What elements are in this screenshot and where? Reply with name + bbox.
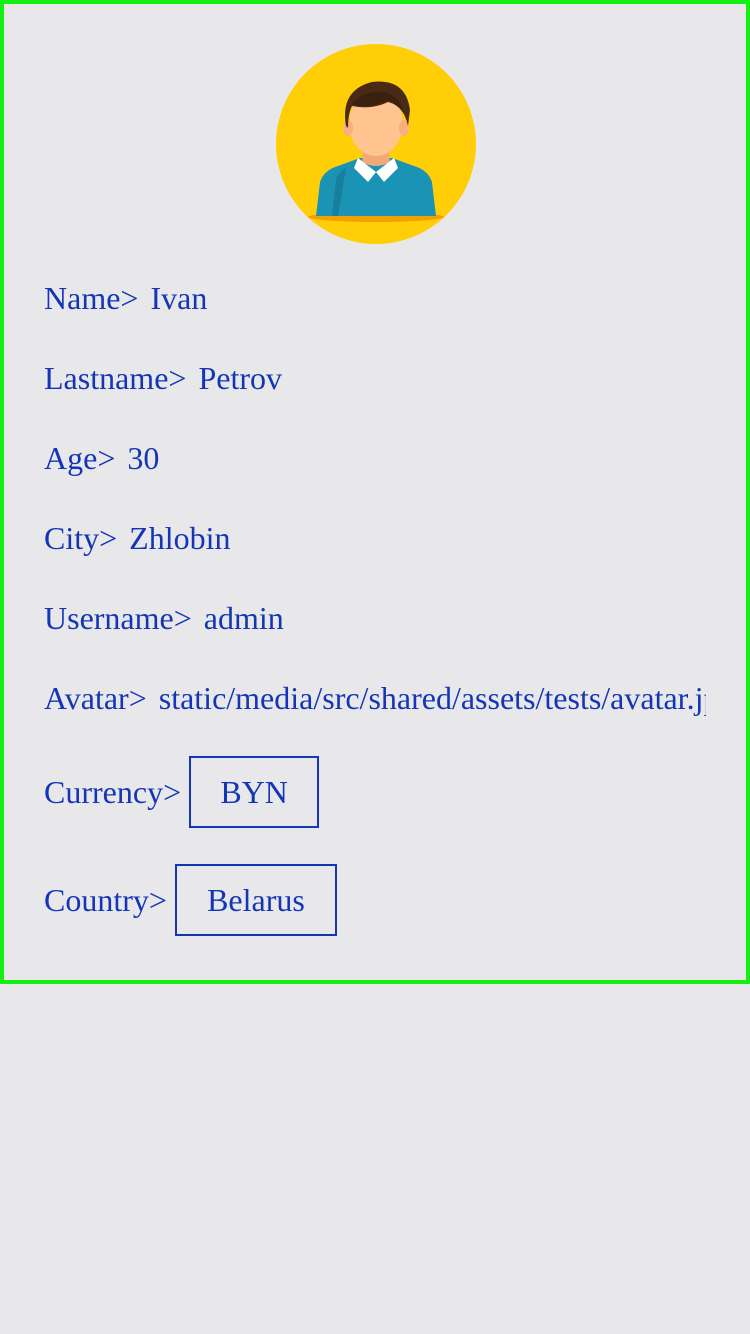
lastname-row: Lastname> Petrov [44,358,282,398]
age-label: Age> [44,440,116,476]
currency-label: Currency> [44,774,182,810]
currency-select[interactable]: BYN [189,756,320,828]
username-label: Username> [44,600,192,636]
username-value: admin [203,600,284,636]
currency-row: Currency> BYN [44,756,320,828]
city-row: City> Zhlobin [44,518,231,558]
city-label: City> [44,520,118,556]
name-row: Name> Ivan [44,278,207,318]
name-label: Name> [44,280,139,316]
country-row: Country> Belarus [44,864,337,936]
age-value: 30 [127,440,160,476]
profile-card: Name> Ivan Lastname> Petrov Age> 30 City… [0,0,750,984]
lastname-value: Petrov [198,360,282,396]
avatar-label: Avatar> [44,680,147,716]
age-row: Age> 30 [44,438,159,478]
user-avatar-illustration [308,81,444,222]
username-row: Username> admin [44,598,284,638]
city-value: Zhlobin [129,520,231,556]
avatar-row: Avatar> static/media/src/shared/assets/t… [44,678,706,718]
avatar-path-value: static/media/src/shared/assets/tests/ava… [158,680,706,716]
lastname-label: Lastname> [44,360,187,396]
name-value: Ivan [150,280,208,316]
country-label: Country> [44,882,167,918]
user-avatar-icon [276,44,476,244]
country-select[interactable]: Belarus [174,864,337,936]
